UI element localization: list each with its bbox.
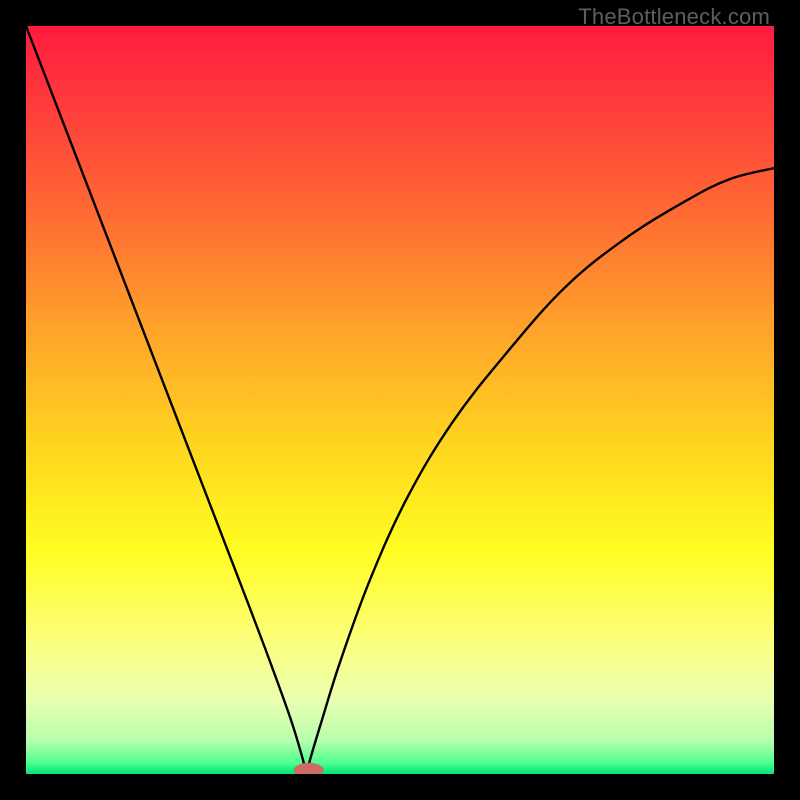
bottleneck-chart [26,26,774,774]
chart-frame [26,26,774,774]
chart-background [26,26,774,774]
